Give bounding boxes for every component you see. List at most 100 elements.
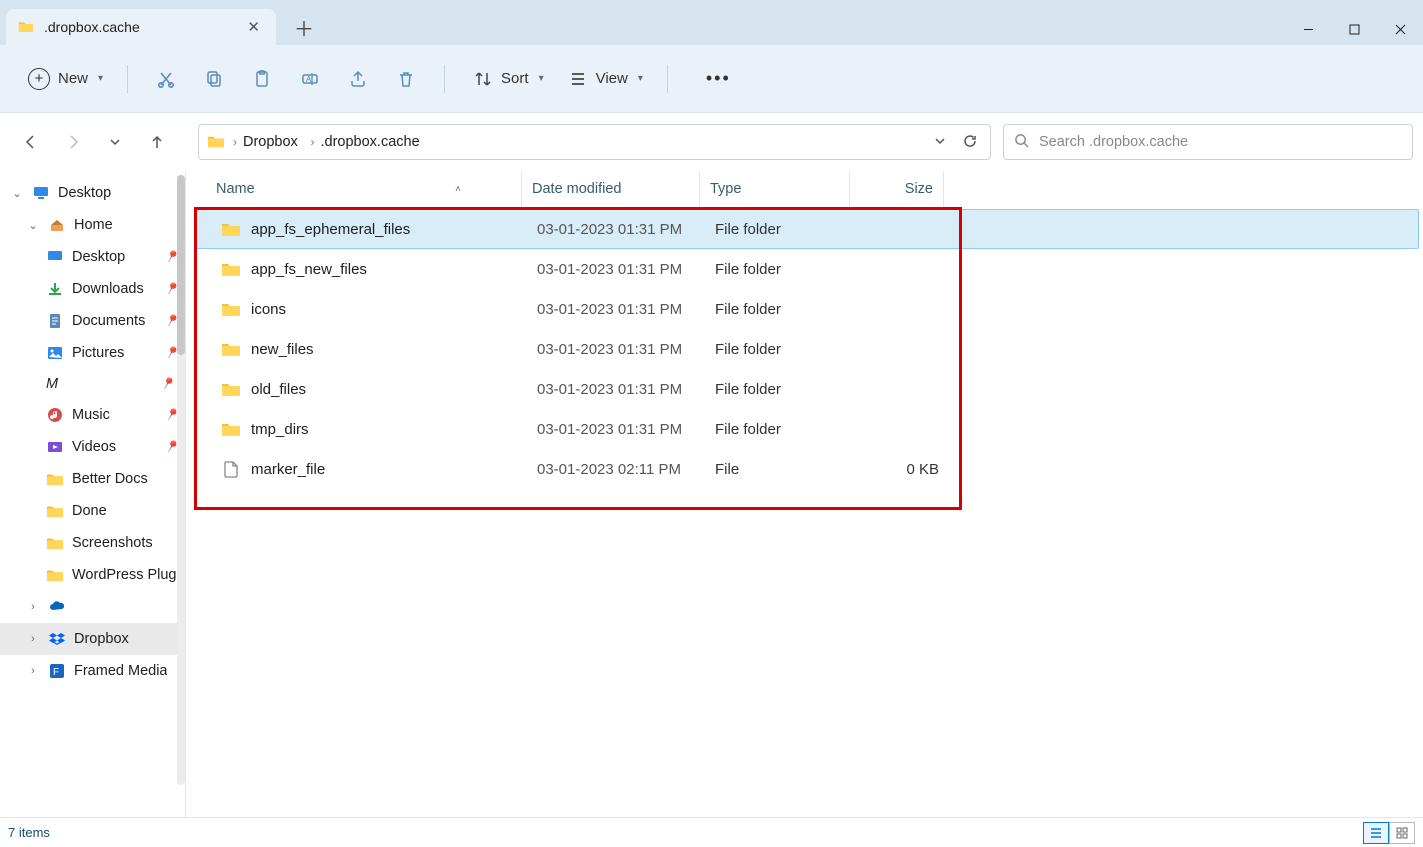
- clipboard-icon: [252, 69, 272, 89]
- address-bar[interactable]: › Dropbox › .dropbox.cache: [198, 124, 991, 160]
- separator: [444, 65, 445, 93]
- dropbox-icon: [48, 630, 66, 648]
- chevron-right-icon[interactable]: ›: [26, 665, 40, 677]
- file-row[interactable]: app_fs_ephemeral_files03-01-2023 01:31 P…: [196, 209, 1419, 249]
- view-button[interactable]: View ▾: [558, 63, 649, 95]
- sidebar-item-documents[interactable]: Documents 📍: [0, 305, 185, 337]
- monitor-icon: [32, 184, 50, 202]
- sidebar-item-desktop-root[interactable]: ⌄ Desktop: [0, 177, 185, 209]
- trash-icon: [396, 69, 416, 89]
- file-row[interactable]: new_files03-01-2023 01:31 PMFile folder: [196, 329, 1419, 369]
- chevron-down-icon[interactable]: ⌄: [10, 187, 24, 200]
- file-date: 03-01-2023 01:31 PM: [527, 221, 705, 238]
- close-tab-button[interactable]: ✕: [243, 16, 264, 38]
- copy-button[interactable]: [194, 63, 234, 95]
- col-name[interactable]: Name˄: [206, 171, 522, 207]
- chevron-down-icon: ▾: [638, 73, 643, 84]
- ellipsis-icon: •••: [696, 68, 741, 89]
- cut-button[interactable]: [146, 63, 186, 95]
- search-box[interactable]: [1003, 124, 1413, 160]
- folder-icon: [221, 380, 241, 398]
- sort-asc-icon: ˄: [455, 184, 461, 195]
- sidebar-item-downloads[interactable]: Downloads 📍: [0, 273, 185, 305]
- folder-icon: [221, 340, 241, 358]
- list-icon: [568, 69, 588, 89]
- svg-text:A: A: [306, 75, 312, 84]
- copy-icon: [204, 69, 224, 89]
- paste-button[interactable]: [242, 63, 282, 95]
- sidebar-item-videos[interactable]: Videos 📍: [0, 431, 185, 463]
- sort-button[interactable]: Sort ▾: [463, 63, 550, 95]
- breadcrumb-segment[interactable]: .dropbox.cache: [320, 134, 419, 150]
- minimize-button[interactable]: [1285, 13, 1331, 45]
- history-dropdown[interactable]: [928, 129, 952, 156]
- sidebar-item-done[interactable]: Done: [0, 495, 185, 527]
- file-row[interactable]: old_files03-01-2023 01:31 PMFile folder: [196, 369, 1419, 409]
- file-row[interactable]: tmp_dirs03-01-2023 01:31 PMFile folder: [196, 409, 1419, 449]
- file-date: 03-01-2023 02:11 PM: [527, 461, 705, 478]
- delete-button[interactable]: [386, 63, 426, 95]
- picture-icon: [46, 344, 64, 362]
- file-row[interactable]: icons03-01-2023 01:31 PMFile folder: [196, 289, 1419, 329]
- refresh-button[interactable]: [958, 129, 982, 156]
- back-button[interactable]: [20, 131, 42, 153]
- sidebar-item-wordpress[interactable]: WordPress Plugins: [0, 559, 185, 591]
- pin-icon: 📍: [158, 374, 178, 394]
- chevron-down-icon[interactable]: ⌄: [26, 219, 40, 232]
- sidebar-item-dropbox[interactable]: › Dropbox: [0, 623, 185, 655]
- search-input[interactable]: [1039, 134, 1402, 150]
- up-button[interactable]: [146, 131, 168, 153]
- navigation-pane: ⌄ Desktop ⌄ Home Desktop 📍 Downloads 📍 D…: [0, 171, 186, 817]
- file-row[interactable]: app_fs_new_files03-01-2023 01:31 PMFile …: [196, 249, 1419, 289]
- new-label: New: [58, 70, 88, 87]
- col-date[interactable]: Date modified: [522, 171, 700, 207]
- breadcrumb-segment[interactable]: Dropbox ›: [243, 134, 314, 150]
- rename-button[interactable]: A: [290, 63, 330, 95]
- window-tab[interactable]: .dropbox.cache ✕: [6, 9, 276, 45]
- tab-title: .dropbox.cache: [44, 19, 233, 35]
- music-icon: [46, 406, 64, 424]
- scrollbar[interactable]: [177, 175, 185, 785]
- sidebar-item-music[interactable]: Music 📍: [0, 399, 185, 431]
- new-tab-button[interactable]: ＋: [286, 9, 322, 45]
- forward-button[interactable]: [62, 131, 84, 153]
- sidebar-item-pictures[interactable]: Pictures 📍: [0, 337, 185, 369]
- chevron-right-icon[interactable]: ›: [26, 633, 40, 645]
- recent-button[interactable]: [104, 131, 126, 153]
- file-type: File: [705, 461, 855, 478]
- more-button[interactable]: •••: [686, 62, 751, 95]
- separator: [667, 65, 668, 93]
- file-row[interactable]: marker_file03-01-2023 02:11 PMFile0 KB: [196, 449, 1419, 489]
- chevron-right-icon[interactable]: ›: [26, 601, 40, 613]
- maximize-button[interactable]: [1331, 13, 1377, 45]
- sidebar-item-framed[interactable]: › F Framed Media: [0, 655, 185, 687]
- sidebar-item-desktop[interactable]: Desktop 📍: [0, 241, 185, 273]
- folder-icon: [46, 470, 64, 488]
- item-count: 7 items: [8, 825, 50, 840]
- close-window-button[interactable]: [1377, 13, 1423, 45]
- sidebar-item-better-docs[interactable]: Better Docs: [0, 463, 185, 495]
- sidebar-item-onedrive[interactable]: ›: [0, 591, 185, 623]
- cloud-icon: [48, 598, 66, 616]
- share-button[interactable]: [338, 63, 378, 95]
- status-bar: 7 items: [0, 817, 1423, 847]
- tiles-view-toggle[interactable]: [1389, 822, 1415, 844]
- folder-icon: [46, 502, 64, 520]
- sidebar-item-home[interactable]: ⌄ Home: [0, 209, 185, 241]
- col-size[interactable]: Size: [850, 171, 944, 207]
- file-name: icons: [251, 301, 286, 318]
- app-icon: F: [48, 662, 66, 680]
- file-date: 03-01-2023 01:31 PM: [527, 381, 705, 398]
- document-icon: [46, 312, 64, 330]
- sidebar-item-unknown[interactable]: M 📍: [0, 369, 185, 399]
- file-icon: [221, 460, 241, 478]
- file-type: File folder: [705, 301, 855, 318]
- rename-icon: A: [300, 69, 320, 89]
- details-view-toggle[interactable]: [1363, 822, 1389, 844]
- file-type: File folder: [705, 261, 855, 278]
- column-headers: Name˄ Date modified Type Size: [186, 171, 1423, 207]
- sidebar-item-screenshots[interactable]: Screenshots: [0, 527, 185, 559]
- folder-icon: [221, 260, 241, 278]
- col-type[interactable]: Type: [700, 171, 850, 207]
- new-button[interactable]: + New ▾: [18, 62, 109, 96]
